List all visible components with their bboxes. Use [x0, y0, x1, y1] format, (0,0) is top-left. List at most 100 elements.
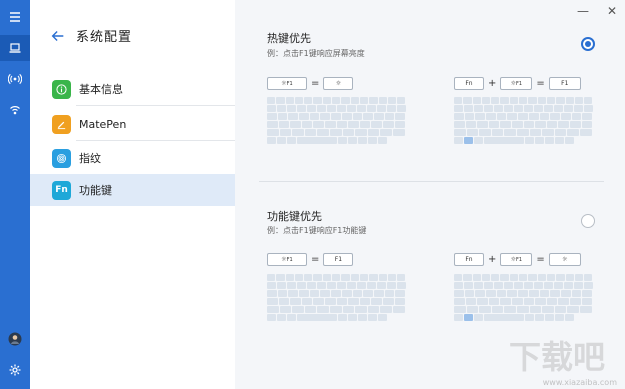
keycap	[523, 121, 535, 128]
nav-item-fingerprint[interactable]: 指纹	[30, 142, 235, 174]
keycap	[579, 306, 592, 313]
keycap	[556, 274, 565, 281]
menu-icon[interactable]	[0, 4, 30, 30]
keycap	[514, 282, 523, 289]
keycap	[380, 306, 392, 313]
keycap	[519, 97, 528, 104]
keycap	[324, 121, 336, 128]
keycap	[278, 121, 290, 128]
keycap	[350, 274, 359, 281]
keycap	[463, 274, 472, 281]
keycap	[357, 105, 366, 112]
keycap	[479, 129, 491, 136]
keyboard-row	[454, 113, 594, 120]
keycap	[267, 282, 276, 289]
keycap	[320, 290, 331, 297]
keycap	[488, 298, 500, 305]
keycap	[466, 129, 479, 136]
keycap	[394, 298, 406, 305]
keycap	[494, 282, 503, 289]
avatar[interactable]	[0, 326, 30, 352]
keycap	[504, 105, 513, 112]
settings-nav: 系统配置 基本信息 MatePen 指纹 Fn 功能键	[30, 0, 244, 389]
keycap	[535, 314, 544, 321]
keycap	[496, 290, 507, 297]
keycap	[392, 306, 405, 313]
keycap	[348, 298, 359, 305]
keyboard-row	[454, 97, 594, 104]
keycap	[464, 290, 475, 297]
keycap	[304, 274, 313, 281]
nav-item-function-keys[interactable]: Fn 功能键	[30, 174, 235, 206]
keycap	[484, 105, 493, 112]
keycap	[304, 97, 313, 104]
back-arrow-icon[interactable]	[50, 27, 68, 45]
nav-item-matepen[interactable]: MatePen	[30, 108, 235, 140]
keycap	[546, 121, 558, 128]
fn-key: Fn	[454, 77, 484, 90]
nav-item-label: 基本信息	[79, 83, 123, 96]
keycap	[287, 314, 296, 321]
keycap	[332, 97, 341, 104]
keycap	[355, 129, 367, 136]
minimize-button[interactable]: —	[577, 4, 589, 18]
keycap	[276, 97, 285, 104]
keycap	[504, 306, 516, 313]
keycap	[341, 274, 350, 281]
equals-sign: =	[311, 78, 320, 89]
keycap	[352, 290, 363, 297]
keycap	[524, 105, 533, 112]
keycap	[464, 113, 475, 120]
keycap	[329, 306, 342, 313]
keycap	[378, 274, 387, 281]
key-combo: ☼ F1 = F1	[267, 253, 354, 266]
keycap	[537, 274, 546, 281]
close-button[interactable]: ✕	[607, 4, 617, 18]
key-combo: Fn + ☼ F1 = ☼	[454, 253, 581, 266]
plus-sign: +	[488, 254, 497, 265]
nav-divider	[76, 105, 244, 106]
keycap	[519, 274, 528, 281]
nav-item-label: 功能键	[79, 184, 112, 197]
keycap	[581, 298, 593, 305]
keycap	[574, 282, 583, 289]
keycap	[336, 121, 348, 128]
keycap	[397, 105, 406, 112]
f1-key: ☼ F1	[267, 253, 307, 266]
keycap	[584, 97, 593, 104]
keycap	[518, 113, 528, 120]
f1-key: ☼ F1	[500, 253, 533, 266]
signal-icon[interactable]	[0, 98, 30, 124]
keycap	[338, 137, 347, 144]
keycap	[582, 290, 592, 297]
keycap	[474, 282, 483, 289]
keycap	[297, 137, 337, 144]
keycap	[267, 129, 279, 136]
keycap	[378, 97, 387, 104]
keycap	[277, 282, 286, 289]
keycap	[546, 274, 556, 281]
keycap	[317, 129, 329, 136]
function-key-priority-radio[interactable]	[581, 214, 595, 228]
hotkey-priority-radio[interactable]	[581, 37, 595, 51]
keycap	[267, 306, 279, 313]
broadcast-icon[interactable]	[0, 66, 30, 92]
keycap	[277, 290, 288, 297]
keycap	[516, 306, 529, 313]
keycap	[358, 314, 367, 321]
keycap	[277, 105, 286, 112]
keycap	[528, 290, 539, 297]
keycap	[301, 298, 313, 305]
keyboard-row	[454, 282, 594, 289]
keyboard-row	[267, 274, 407, 281]
icon-rail	[0, 0, 30, 389]
keycap	[500, 97, 509, 104]
gear-icon[interactable]	[0, 357, 30, 383]
laptop-icon[interactable]	[0, 35, 30, 61]
keycap	[317, 306, 329, 313]
keycap	[309, 290, 320, 297]
keyboard-row	[454, 121, 594, 128]
keycap	[368, 137, 377, 144]
nav-item-basic-info[interactable]: 基本信息	[30, 73, 235, 105]
keycap	[555, 314, 564, 321]
